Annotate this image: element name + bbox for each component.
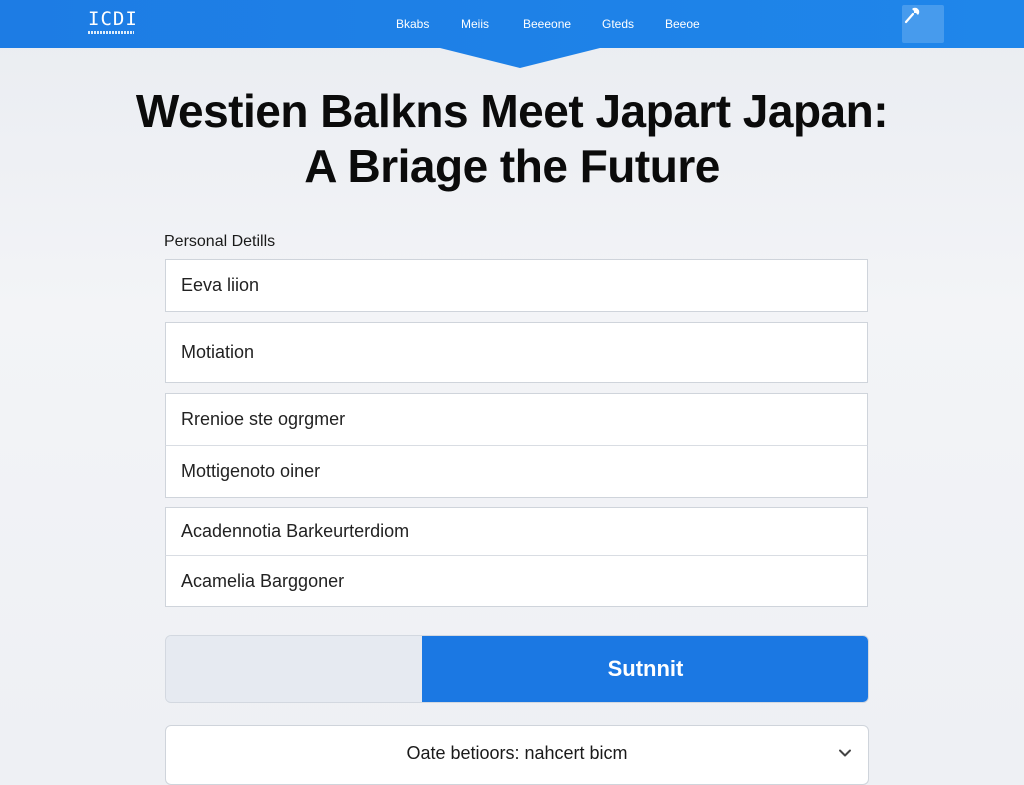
secondary-action-area[interactable] — [166, 636, 422, 702]
submit-row: Sutnnit — [165, 635, 869, 703]
chevron-down-icon — [839, 749, 851, 757]
page-title-line-1: Westien Balkns Meet Japart Japan: — [135, 85, 889, 137]
header-banner-shape — [0, 0, 1024, 68]
nav-link-1[interactable]: Bkabs — [396, 17, 429, 31]
section-label-personal-details: Personal Detills — [164, 233, 276, 250]
page-title-line-2: A Briage the Future — [304, 140, 720, 192]
form-field-6[interactable]: Acamelia Barggoner — [165, 556, 868, 607]
nav-link-2[interactable]: Meiis — [461, 17, 489, 31]
logo-mark: ICDI — [88, 8, 138, 30]
form-field-4[interactable]: Mottigenoto oiner — [165, 446, 868, 498]
nav-link-5[interactable]: Beeoe — [665, 17, 700, 31]
options-dropdown[interactable]: Oate betioors: nahcert bicm — [165, 725, 869, 785]
submit-button[interactable]: Sutnnit — [422, 636, 868, 702]
dropdown-selected-value: Oate betioors: nahcert bicm — [406, 743, 628, 763]
edit-tool-button[interactable] — [902, 5, 944, 43]
form-field-3[interactable]: Rrenioe ste ogrgmer — [165, 393, 868, 446]
form-field-2[interactable]: Motiation — [165, 322, 868, 383]
edit-pen-icon — [904, 7, 920, 24]
top-navigation-bar: ICDI Bkabs Meiis Beeeone Gteds Beeoe — [0, 0, 1024, 68]
nav-link-4[interactable]: Gteds — [602, 17, 634, 31]
site-logo[interactable]: ICDI — [88, 9, 138, 37]
page-title: Westien Balkns Meet Japart Japan: A Bria… — [40, 84, 984, 194]
form-field-1[interactable]: Eeva liion — [165, 259, 868, 312]
nav-link-3[interactable]: Beeeone — [523, 17, 571, 31]
logo-tagline-mark — [88, 31, 134, 34]
form-field-5[interactable]: Acadennotia Barkeurterdiom — [165, 507, 868, 556]
